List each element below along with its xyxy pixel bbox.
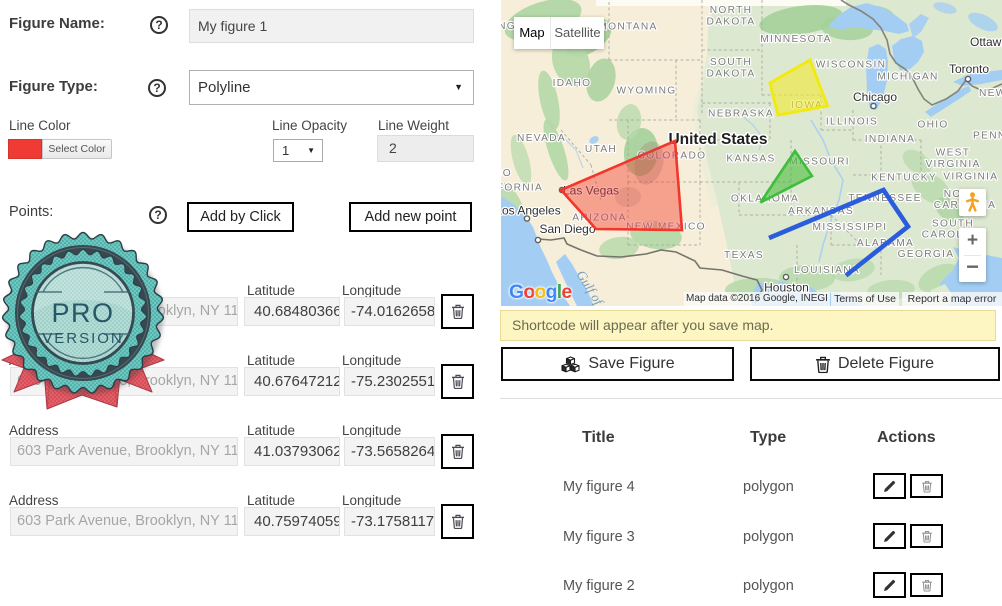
- svg-text:Los Angeles: Los Angeles: [501, 204, 561, 218]
- svg-text:VERSION: VERSION: [42, 330, 124, 347]
- svg-text:NEW Y: NEW Y: [979, 88, 1002, 99]
- svg-text:NEVADA: NEVADA: [517, 133, 566, 144]
- svg-text:IDAHO: IDAHO: [553, 78, 592, 89]
- svg-text:NORTH: NORTH: [710, 5, 753, 16]
- svg-text:DAKOTA: DAKOTA: [707, 17, 756, 28]
- svg-text:VIRGINIA: VIRGINIA: [925, 159, 980, 170]
- svg-text:GEORGIA: GEORGIA: [898, 249, 955, 260]
- svg-text:UTAH: UTAH: [585, 144, 617, 155]
- svg-text:DAKOTA: DAKOTA: [707, 69, 756, 80]
- svg-text:KENTUCKY: KENTUCKY: [871, 173, 937, 184]
- svg-text:VIRGINIA: VIRGINIA: [943, 172, 998, 183]
- svg-text:NEBRASKA: NEBRASKA: [708, 109, 774, 120]
- svg-text:PENNS: PENNS: [973, 131, 1002, 142]
- svg-text:CO: CO: [501, 168, 512, 179]
- svg-text:KANSAS: KANSAS: [726, 154, 775, 165]
- svg-text:SOUTH: SOUTH: [710, 57, 752, 68]
- svg-text:OHIO: OHIO: [917, 120, 948, 131]
- svg-text:MISSISSIPPI: MISSISSIPPI: [813, 222, 888, 233]
- svg-text:Chicago: Chicago: [853, 90, 897, 104]
- svg-text:WEST: WEST: [936, 148, 971, 159]
- svg-text:San Diego: San Diego: [539, 222, 595, 236]
- svg-text:MONTANA: MONTANA: [598, 22, 657, 33]
- svg-text:TEXAS: TEXAS: [724, 250, 764, 261]
- svg-text:ILLINOIS: ILLINOIS: [826, 117, 878, 128]
- svg-text:Ottawa: Ottawa: [970, 35, 1002, 49]
- svg-text:WISCONSIN: WISCONSIN: [816, 60, 887, 71]
- svg-text:PRO: PRO: [51, 298, 114, 328]
- svg-text:INDIANA: INDIANA: [865, 134, 915, 145]
- svg-text:MICHIGAN: MICHIGAN: [877, 72, 938, 83]
- svg-text:United States: United States: [668, 131, 767, 148]
- svg-text:WYOMING: WYOMING: [616, 86, 676, 97]
- svg-text:MINNESOTA: MINNESOTA: [760, 34, 832, 45]
- svg-text:Toronto: Toronto: [949, 62, 989, 76]
- svg-text:FORNIA: FORNIA: [501, 183, 543, 194]
